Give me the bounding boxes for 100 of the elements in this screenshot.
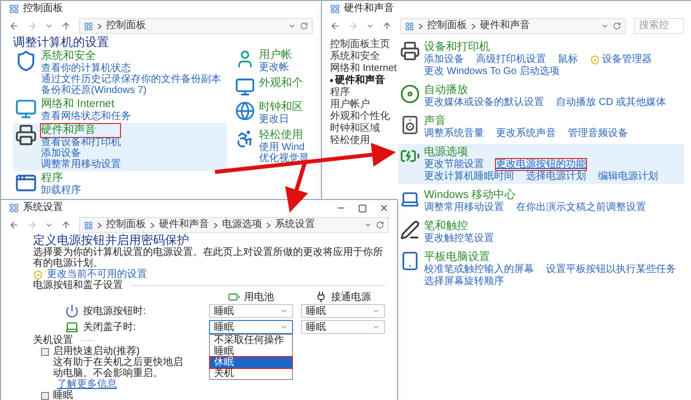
category-title[interactable]: 自动播放 [424,84,468,97]
up-icon[interactable] [61,21,71,31]
category-link[interactable]: 鼠标 [558,54,578,65]
dropdown-option[interactable]: 睡眠 [210,346,292,357]
sidebar-item[interactable]: 控制面板主页 [330,39,390,50]
category-link[interactable]: 备份和还原(Windows 7) [41,85,147,96]
category-title[interactable]: 电源选项 [424,146,468,159]
address-bar[interactable]: 控制面板 硬件和声音 电源选项 系统设置 [79,217,389,233]
settings-link[interactable]: 更改当前不可用的设置 [47,269,147,280]
category-title[interactable]: 轻松使用 [259,129,309,142]
battery-icon [228,291,240,303]
category-link[interactable]: 管理音频设备 [568,128,628,139]
category-title[interactable]: 时钟和区 [259,101,303,114]
category-link[interactable]: 使用 Wind [259,142,309,153]
category-link[interactable]: 添加设备 [424,54,464,65]
address-bar[interactable]: 控制面板 [79,18,313,34]
category-link[interactable]: 在你出演示文稿之前调整设置 [516,202,646,213]
category-link[interactable]: 通过文件历史记录保存你的文件备份副本 [41,74,221,85]
refresh-icon[interactable] [300,22,308,30]
refresh-icon[interactable] [613,22,621,30]
history-icon[interactable] [366,22,374,30]
breadcrumb-item[interactable]: 硬件和声音 [159,219,209,231]
category-link[interactable]: 校准笔或触控输入的屏幕 [424,264,534,275]
breadcrumb-item[interactable]: 控制面板 [427,20,467,32]
category-link[interactable]: 更改触控笔设置 [424,233,494,244]
category-link[interactable]: 查看你的计算机状态 [41,63,131,74]
history-icon[interactable] [45,221,53,229]
dropdown-option[interactable]: 休眠 [210,357,292,368]
sidebar-item[interactable]: 用户帐户 [330,99,370,110]
category-title[interactable]: 平板电脑设置 [424,251,490,264]
sidebar-item[interactable]: 网络和 Internet [330,63,397,74]
category-title[interactable]: 硬件和声音 [41,124,120,137]
category-link[interactable]: 更改计算机睡眠时间 [424,171,514,182]
category-title[interactable]: 程序 [41,172,63,185]
category-link[interactable]: 查看网络状态和任务 [41,111,131,122]
category-title[interactable]: Windows 移动中心 [424,189,516,202]
dropdown[interactable]: 睡眠 [209,304,293,318]
category-link[interactable]: 调整常用移动设置 [41,159,121,170]
category-title[interactable]: 网络和 Internet [41,98,114,111]
breadcrumb-item[interactable]: 控制面板 [106,20,146,32]
back-icon[interactable] [330,21,340,31]
up-icon[interactable] [382,21,392,31]
maximize-icon[interactable] [358,204,367,212]
category-link[interactable]: 更改 Windows To Go 启动选项 [424,66,560,77]
sidebar-item[interactable]: 系统和安全 [330,51,380,62]
category-link[interactable]: 选择电源计划 [526,171,586,182]
category-link[interactable]: 调整常用移动设置 [424,202,504,213]
category-link[interactable]: 编辑电源计划 [598,171,658,182]
dropdown-icon[interactable] [364,221,372,229]
category-link[interactable]: 卸载程序 [41,185,81,196]
learn-more-link[interactable]: 了解更多信息 [57,379,117,390]
dropdown-icon[interactable] [601,22,609,30]
checkbox[interactable] [41,392,49,400]
category-title[interactable]: 系统和安全 [41,50,96,63]
category-link[interactable]: 调整系统音量 [424,128,484,139]
category-title[interactable]: 设备和打印机 [424,41,490,54]
category-link[interactable]: 更改系统声音 [496,128,556,139]
dropdown[interactable]: 睡眠 [301,320,385,334]
dropdown-option[interactable]: 不采取任何操作 [210,335,292,346]
up-icon[interactable] [61,220,71,230]
sidebar-item[interactable]: 外观和个性化 [330,111,390,122]
dropdown[interactable]: 睡眠 [301,304,385,318]
category-link[interactable]: 设置平板按钮以执行某些任务 [546,264,676,275]
back-icon[interactable] [9,21,19,31]
sidebar-item[interactable]: 硬件和声音 [335,75,385,86]
category-link[interactable]: 查看设备和打印机 [41,137,121,148]
checkbox-label[interactable]: 启用快速启动(推荐) [53,346,140,357]
category-link[interactable]: 选择屏幕旋转顺序 [424,276,504,287]
category-title[interactable]: 外观和个 [259,77,303,90]
breadcrumb-item[interactable]: 电源选项 [222,219,262,231]
breadcrumb-item[interactable]: 控制面板 [106,219,146,231]
category-title[interactable]: 声音 [424,115,446,128]
category-link[interactable]: 设备管理器 [602,54,652,65]
category-link[interactable]: 更改媒体或设备的默认设置 [424,97,544,108]
breadcrumb-item[interactable]: 系统设置 [275,219,315,231]
category-link[interactable]: 自动播放 CD 或其他媒体 [556,97,666,108]
dropdown[interactable]: 睡眠 [209,320,293,334]
category-link[interactable]: 更改节能设置 [424,159,484,170]
refresh-icon[interactable] [376,221,384,229]
category-link[interactable]: 更改电源按钮的功能 [496,159,586,170]
sidebar-item[interactable]: 轻松使用 [330,135,370,146]
address-bar[interactable]: 控制面板 硬件和声音 [400,18,626,34]
sidebar-item[interactable]: 时钟和区域 [330,123,380,134]
page-heading: 调整计算机的设置 [13,35,109,49]
dropdown-icon[interactable] [288,22,296,30]
breadcrumb-item[interactable]: 硬件和声音 [480,20,530,32]
category-link[interactable]: 添加设备 [41,148,81,159]
close-icon[interactable] [379,203,389,213]
checkbox[interactable] [41,348,49,356]
category-title[interactable]: 笔和触控 [424,220,468,233]
dropdown-option[interactable]: 关机 [210,368,292,379]
sidebar-item[interactable]: 程序 [330,87,350,98]
category-link[interactable]: 更改帐 [259,62,292,73]
category-link[interactable]: 高级打印机设置 [476,54,546,65]
checkbox-label[interactable]: 睡眠 [53,390,73,400]
history-icon[interactable] [45,22,53,30]
back-icon[interactable] [9,220,19,230]
page-heading: 定义电源按钮并启用密码保护 [33,234,189,247]
category-title[interactable]: 用户帐 [259,49,292,62]
category-link[interactable]: 更改日 [259,114,303,125]
